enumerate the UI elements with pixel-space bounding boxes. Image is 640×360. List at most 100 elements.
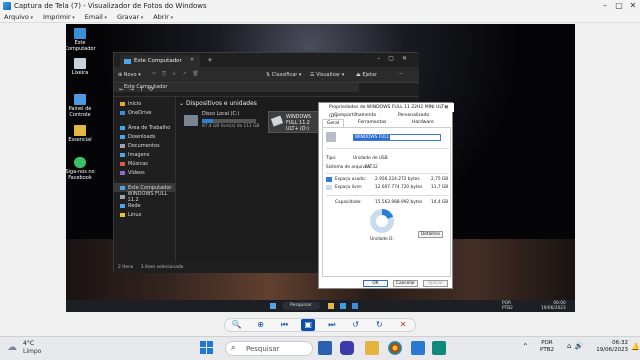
free-swatch (326, 185, 332, 190)
menu-imprimir[interactable]: Imprimir (43, 13, 75, 21)
tab-ferramentas[interactable]: Ferramentas (358, 120, 386, 125)
close-icon[interactable]: ✕ (444, 104, 449, 111)
cloud-icon (120, 110, 125, 115)
weather-temp[interactable]: 4°C (23, 340, 34, 347)
tray-icons[interactable]: ⌂🔊 (567, 342, 586, 350)
minimize-button[interactable]: – (598, 0, 612, 12)
maximize-button[interactable]: ▢ (612, 0, 626, 12)
explorer-tab[interactable]: Este Computador (120, 55, 200, 67)
new-button[interactable]: ⊕ Novo ▾ (118, 72, 141, 78)
usb-drive-icon (270, 115, 284, 127)
menu-arquivo[interactable]: Arquivo (4, 13, 33, 21)
linux-icon (120, 212, 125, 217)
delete-icon[interactable]: ✕ (396, 319, 410, 331)
tab-compartilhamento[interactable]: Compartilhamento (334, 113, 376, 118)
menu-gravar[interactable]: Gravar (117, 13, 143, 21)
sidebar-item-videos[interactable]: Vídeos (114, 168, 175, 177)
volume-label-input[interactable]: WINDOWS FULL (353, 134, 441, 141)
fit-icon[interactable]: ⊕ (254, 319, 268, 331)
rotate-left-icon[interactable]: ↺ (349, 319, 363, 331)
properties-dialog: Propriedades de WINDOWS FULL 11 22H2 MIN… (318, 102, 454, 289)
drive-c[interactable]: Disco Local (C:) 87,4 GB livre(s) de 111… (184, 111, 266, 133)
sidebar-item-pictures[interactable]: Imagens (114, 150, 175, 159)
task-view-icon[interactable] (318, 341, 332, 355)
sidebar-item-onedrive[interactable]: OneDrive (114, 108, 175, 117)
capacity-gb: 14,4 GB (431, 200, 449, 205)
view-button[interactable]: ☰ Visualizar ▾ (310, 72, 344, 78)
window-controls: – ▢ ✕ (598, 0, 640, 12)
next-icon[interactable]: ⏭ (325, 319, 339, 331)
free-label: Espaço livre: (335, 185, 363, 190)
sidebar-item-linux[interactable]: Linux (114, 210, 175, 219)
cancel-button[interactable]: Cancelar (393, 280, 418, 287)
file-explorer-icon[interactable] (365, 341, 379, 355)
eject-button[interactable]: ⏏ Ejetar (356, 72, 377, 78)
weather-desc[interactable]: Limpo (23, 348, 41, 355)
control-panel-icon (74, 94, 86, 105)
language-indicator[interactable]: POR PTB2 (540, 340, 554, 354)
address-bar-row: ←→↑⟳ Este Computador (114, 83, 419, 97)
dialog-body: WINDOWS FULL Tipo: Unidade de USB Sistem… (322, 127, 451, 277)
slideshow-icon[interactable]: ▣ (301, 319, 316, 331)
notification-icon[interactable]: 🔔 (631, 343, 640, 351)
desktop-icon-facebook: Siga-nos no Facebook (66, 157, 100, 181)
tab-geral[interactable]: Geral (322, 119, 345, 127)
tab-hardware[interactable]: Hardware (412, 120, 434, 125)
computer-icon (124, 59, 131, 64)
sort-button[interactable]: ⇅ Classificar ▾ (266, 72, 301, 78)
used-gb: 2,75 GB (431, 177, 449, 182)
section-header[interactable]: ⌄ Dispositivos e unidades (179, 100, 257, 107)
divider (326, 148, 449, 149)
rotate-right-icon[interactable]: ↻ (372, 319, 386, 331)
tray-chevron-icon[interactable]: ⌃ (522, 342, 529, 351)
sidebar-item-usb[interactable]: WINDOWS FULL 11.2 (114, 191, 175, 203)
network-icon (120, 203, 125, 208)
apply-button[interactable]: Aplicar (423, 280, 448, 287)
new-tab-icon[interactable]: + (207, 56, 213, 64)
capacity-bytes: 15.563.988.992 bytes (375, 200, 423, 205)
window-title: Captura de Tela (7) - Visualizador de Fo… (14, 2, 207, 10)
tab-personalizado[interactable]: Personalizado (398, 113, 429, 118)
store-icon[interactable] (411, 341, 425, 355)
used-bytes: 2.956.224.272 bytes (375, 177, 420, 182)
inner-clock: 06:00 19/06/2023 (541, 301, 566, 311)
ok-button[interactable]: OK (363, 280, 388, 287)
menu-email[interactable]: Email (85, 13, 107, 21)
sidebar-item-inicio[interactable]: Início (114, 99, 175, 108)
sidebar-item-music[interactable]: Músicas (114, 159, 175, 168)
clock[interactable]: 06:32 19/06/2023 (592, 340, 628, 354)
explorer-toolbar: ⊕ Novo ▾ ✂⎘⎀↗🗑 ⇅ Classificar ▾ ☰ Visuali… (114, 67, 419, 83)
weather-icon[interactable]: ☁ (7, 342, 19, 353)
store-icon (352, 303, 358, 309)
type-label: Tipo: (326, 156, 337, 161)
nav-arrows-icon[interactable]: ←→↑⟳ (119, 86, 159, 93)
meet-icon[interactable] (340, 341, 354, 355)
menu-abrir[interactable]: Abrir (153, 13, 173, 21)
used-label: Espaço usado: (335, 177, 367, 182)
zoom-icon[interactable]: 🔍 (230, 319, 244, 331)
chrome-icon[interactable] (388, 341, 402, 355)
usage-donut (370, 209, 394, 233)
close-tab-icon[interactable]: ✕ (190, 57, 194, 63)
drive-d[interactable]: WINDOWS FULL 11.2 ULT+ (D:) (268, 111, 320, 133)
dialog-buttons: OK Cancelar Aplicar (319, 279, 454, 289)
edit-icons[interactable]: ✂⎘⎀↗🗑 (152, 71, 205, 77)
sidebar-item-desktop[interactable]: Área de Trabalho (114, 123, 175, 132)
explorer-window-controls[interactable]: –▢✕ (377, 55, 415, 62)
photos-icon[interactable] (432, 341, 446, 355)
details-button[interactable]: Detalhes (418, 231, 443, 238)
drive-c-usage-fill (202, 119, 214, 123)
sidebar-item-downloads[interactable]: Downloads (114, 132, 175, 141)
previous-icon[interactable]: ⏮ (277, 319, 291, 331)
free-gb: 11,7 GB (431, 185, 449, 190)
drive-c-free: 87,4 GB livre(s) de 111 GB (202, 124, 260, 129)
divider (326, 195, 449, 196)
sidebar-item-documents[interactable]: Documentos (114, 141, 175, 150)
windows-start-button[interactable] (200, 341, 213, 354)
taskbar-search[interactable]: Pesquisar (225, 341, 313, 356)
menu-bar: Arquivo Imprimir Email Gravar Abrir (0, 12, 640, 23)
facebook-icon (74, 157, 86, 168)
windows-start-icon (270, 303, 276, 309)
close-button[interactable]: ✕ (626, 0, 640, 12)
more-icon[interactable]: ··· (398, 71, 403, 77)
